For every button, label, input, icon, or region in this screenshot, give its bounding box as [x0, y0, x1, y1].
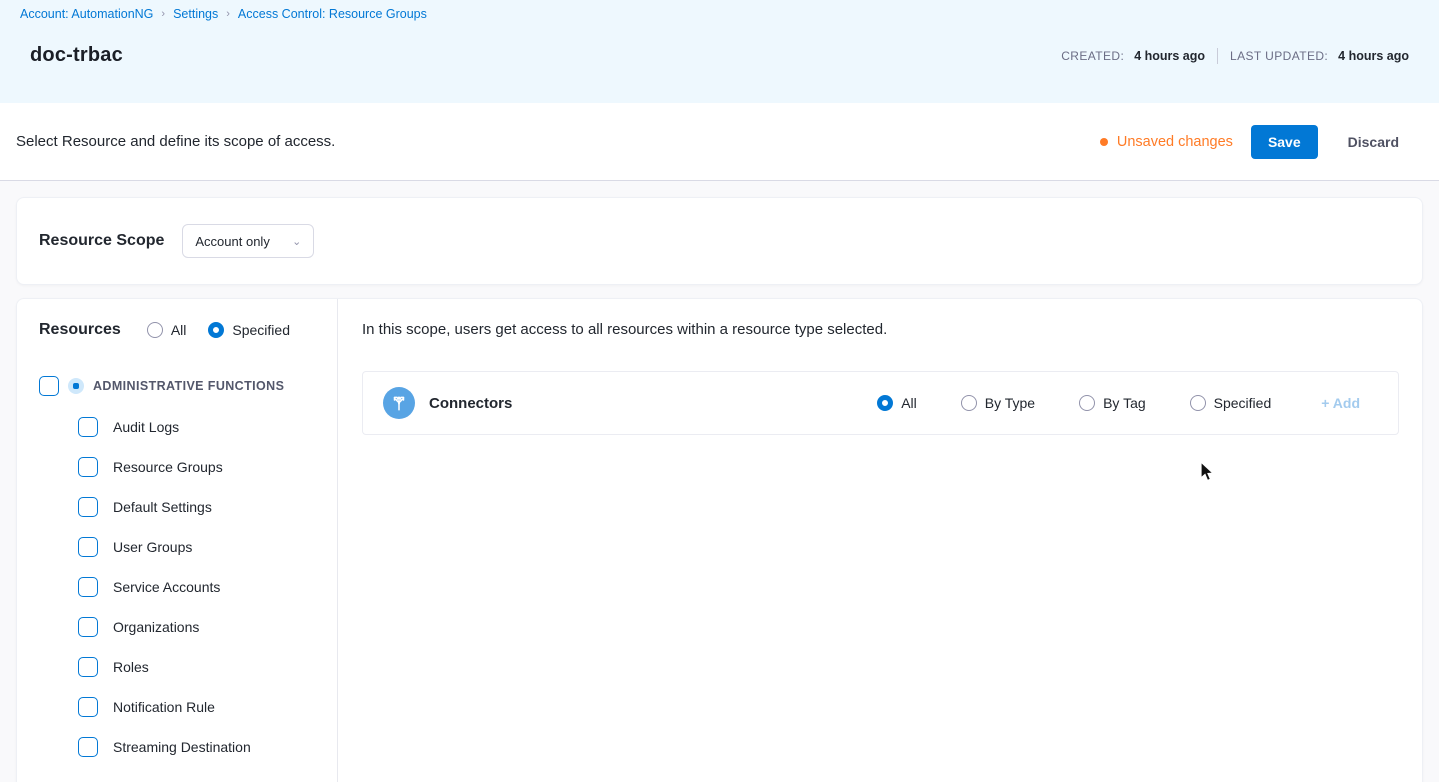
tree-item[interactable]: Organizations: [78, 607, 337, 647]
radio-icon[interactable]: [1190, 395, 1206, 411]
connectors-access-radio-group: All By Type By Tag Specified: [877, 395, 1271, 411]
created-value: 4 hours ago: [1134, 49, 1205, 63]
resources-radio-all[interactable]: All: [147, 322, 187, 338]
connectors-radio-all-label: All: [901, 395, 917, 411]
connectors-radio-by-type-label: By Type: [985, 395, 1035, 411]
resources-radio-specified[interactable]: Specified: [208, 322, 290, 338]
tree-item[interactable]: Streaming Destination: [78, 727, 337, 767]
meta-divider: [1217, 48, 1218, 64]
tree-items: Audit Logs Resource Groups Default Setting…: [39, 407, 337, 767]
resource-scope-card: Resource Scope Account only ⌄: [16, 197, 1423, 285]
tree-item-label: Roles: [113, 659, 149, 675]
tree-item[interactable]: User Groups: [78, 527, 337, 567]
resources-mode-radio-group: All Specified: [147, 322, 290, 338]
tree-item-label: Resource Groups: [113, 459, 223, 475]
breadcrumb-separator-icon: ›: [226, 8, 230, 20]
tree-item-label: Notification Rule: [113, 699, 215, 715]
radio-icon[interactable]: [1079, 395, 1095, 411]
toolbar-description: Select Resource and define its scope of …: [16, 133, 335, 150]
tree-item-label: Service Accounts: [113, 579, 220, 595]
scope-info-text: In this scope, users get access to all r…: [362, 321, 1399, 338]
tree-item[interactable]: Service Accounts: [78, 567, 337, 607]
radio-icon[interactable]: [147, 322, 163, 338]
breadcrumb: Account: AutomationNG › Settings › Acces…: [20, 5, 1419, 23]
meta-info: CREATED: 4 hours ago LAST UPDATED: 4 hou…: [1061, 48, 1409, 64]
unsaved-changes-label: Unsaved changes: [1117, 134, 1233, 150]
group-checkbox[interactable]: [39, 376, 59, 396]
chevron-down-icon: ⌄: [292, 235, 301, 248]
resources-title: Resources: [39, 321, 121, 339]
breadcrumb-account-link[interactable]: Account: AutomationNG: [20, 7, 153, 21]
resources-sidebar: Resources All Specified ADMINIST: [17, 299, 338, 782]
connectors-radio-specified-label: Specified: [1214, 395, 1272, 411]
item-checkbox[interactable]: [78, 617, 98, 637]
tree-item[interactable]: Notification Rule: [78, 687, 337, 727]
item-checkbox[interactable]: [78, 537, 98, 557]
resource-scope-select[interactable]: Account only ⌄: [182, 224, 314, 258]
item-checkbox[interactable]: [78, 737, 98, 757]
connectors-radio-specified[interactable]: Specified: [1190, 395, 1272, 411]
radio-selected-icon[interactable]: [877, 395, 893, 411]
discard-button[interactable]: Discard: [1336, 125, 1411, 159]
page-title: doc-trbac: [30, 44, 123, 67]
tree-item[interactable]: Default Settings: [78, 487, 337, 527]
item-checkbox[interactable]: [78, 577, 98, 597]
created-label: CREATED:: [1061, 49, 1124, 63]
item-checkbox[interactable]: [78, 497, 98, 517]
last-updated-value: 4 hours ago: [1338, 49, 1409, 63]
radio-icon[interactable]: [961, 395, 977, 411]
tree-item-label: Organizations: [113, 619, 199, 635]
unsaved-changes-indicator: Unsaved changes: [1100, 134, 1233, 150]
breadcrumb-separator-icon: ›: [161, 8, 165, 20]
item-checkbox[interactable]: [78, 457, 98, 477]
last-updated-label: LAST UPDATED:: [1230, 49, 1328, 63]
connectors-radio-all[interactable]: All: [877, 395, 917, 411]
connectors-label: Connectors: [429, 395, 512, 412]
group-collapse-icon[interactable]: [68, 378, 84, 394]
breadcrumb-access-control-link[interactable]: Access Control: Resource Groups: [238, 7, 427, 21]
tree-item-label: Streaming Destination: [113, 739, 251, 755]
resources-card: Resources All Specified ADMINIST: [16, 298, 1423, 782]
tree-item[interactable]: Audit Logs: [78, 407, 337, 447]
tree-item-label: Default Settings: [113, 499, 212, 515]
resource-scope-title: Resource Scope: [39, 232, 164, 250]
toolbar: Select Resource and define its scope of …: [0, 103, 1439, 181]
tree-item[interactable]: Resource Groups: [78, 447, 337, 487]
resources-radio-all-label: All: [171, 322, 187, 338]
resources-tree: ADMINISTRATIVE FUNCTIONS Audit Logs Resou…: [39, 373, 337, 767]
tree-group-administrative-functions[interactable]: ADMINISTRATIVE FUNCTIONS: [39, 373, 337, 399]
connectors-row: Connectors All By Type By Tag: [362, 371, 1399, 435]
resources-radio-specified-label: Specified: [232, 322, 290, 338]
tree-item-label: Audit Logs: [113, 419, 179, 435]
radio-selected-icon[interactable]: [208, 322, 224, 338]
page-header: Account: AutomationNG › Settings › Acces…: [0, 0, 1439, 103]
breadcrumb-settings-link[interactable]: Settings: [173, 7, 218, 21]
connectors-icon: [383, 387, 415, 419]
connectors-radio-by-type[interactable]: By Type: [961, 395, 1035, 411]
item-checkbox[interactable]: [78, 697, 98, 717]
resource-scope-selected-value: Account only: [195, 234, 269, 249]
connectors-radio-by-tag[interactable]: By Tag: [1079, 395, 1146, 411]
unsaved-dot-icon: [1100, 138, 1108, 146]
group-label: ADMINISTRATIVE FUNCTIONS: [93, 379, 284, 393]
save-button[interactable]: Save: [1251, 125, 1318, 159]
add-button[interactable]: + Add: [1321, 395, 1360, 411]
scope-main-panel: In this scope, users get access to all r…: [338, 299, 1422, 782]
tree-item-label: User Groups: [113, 539, 192, 555]
item-checkbox[interactable]: [78, 417, 98, 437]
item-checkbox[interactable]: [78, 657, 98, 677]
connectors-radio-by-tag-label: By Tag: [1103, 395, 1146, 411]
tree-item[interactable]: Roles: [78, 647, 337, 687]
